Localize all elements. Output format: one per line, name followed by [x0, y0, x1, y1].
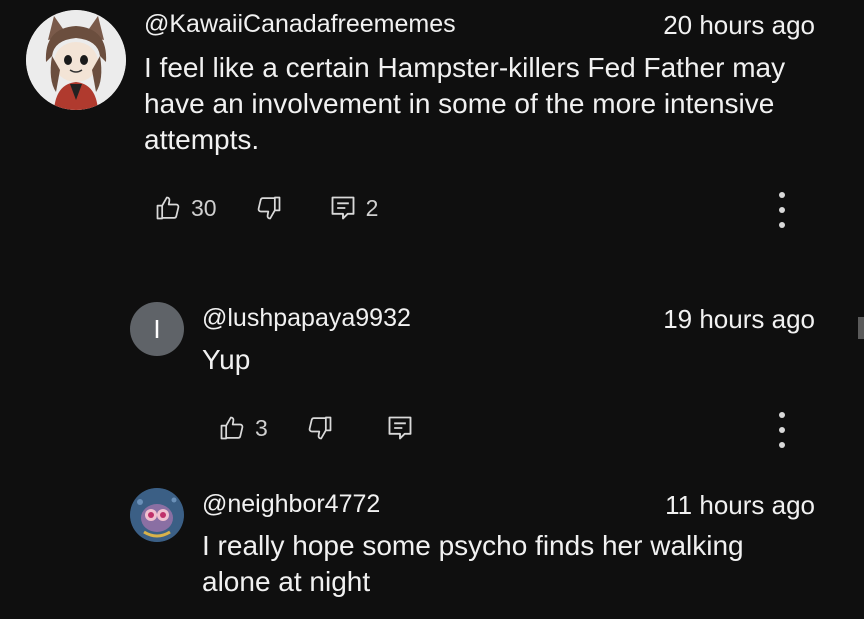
like-count: 3 [255, 414, 268, 441]
dislike-button[interactable] [306, 414, 334, 442]
comment-timestamp[interactable]: 20 hours ago [663, 10, 815, 41]
avatar[interactable]: I [130, 302, 184, 356]
comment-timestamp[interactable]: 11 hours ago [665, 490, 815, 521]
dot [779, 442, 785, 448]
reply-count: 2 [365, 194, 379, 221]
dislike-button[interactable] [255, 194, 283, 222]
comment-reply-icon [331, 196, 355, 220]
comment-text: Yup [202, 344, 251, 375]
avatar-letter: I [153, 313, 161, 344]
thumbs-down-icon [257, 196, 280, 220]
dot [779, 207, 785, 213]
like-button[interactable]: 3 [218, 414, 268, 442]
thumbs-down-icon [308, 416, 332, 440]
comment-1: @KawaiiCanadafreememes 20 hours ago I fe… [0, 0, 864, 240]
like-count: 30 [191, 194, 217, 221]
reply-button[interactable] [386, 414, 414, 442]
comment-text: I really hope some psycho finds her walk… [202, 530, 744, 597]
more-options-button[interactable] [776, 192, 788, 228]
comment-timestamp[interactable]: 19 hours ago [663, 304, 815, 335]
comment-text: I feel like a certain Hampster-killers F… [144, 52, 786, 155]
scrollbar-thumb[interactable] [858, 317, 864, 339]
avatar[interactable] [26, 10, 126, 110]
comment-author[interactable]: @KawaiiCanadafreememes [144, 10, 456, 39]
dot [779, 192, 785, 198]
cartoon-cat-girl-avatar-icon [26, 10, 126, 110]
cartoon-creature-avatar-icon [130, 488, 184, 542]
comment-reply-icon [388, 416, 412, 440]
comments-panel: @KawaiiCanadafreememes 20 hours ago I fe… [0, 0, 864, 619]
comment-author[interactable]: @lushpapaya9932 [202, 304, 411, 333]
thumbs-up-icon [156, 196, 180, 220]
comment-author[interactable]: @neighbor4772 [202, 490, 380, 519]
avatar[interactable] [130, 488, 184, 542]
dot [779, 222, 785, 228]
dot [779, 427, 785, 433]
reply-button[interactable]: 2 [329, 194, 379, 222]
more-options-button[interactable] [776, 412, 788, 448]
comment-actions: 3 [218, 414, 414, 442]
comment-actions: 30 2 [154, 194, 378, 222]
like-button[interactable]: 30 [154, 194, 217, 222]
dot [779, 412, 785, 418]
thumbs-up-icon [220, 416, 244, 440]
